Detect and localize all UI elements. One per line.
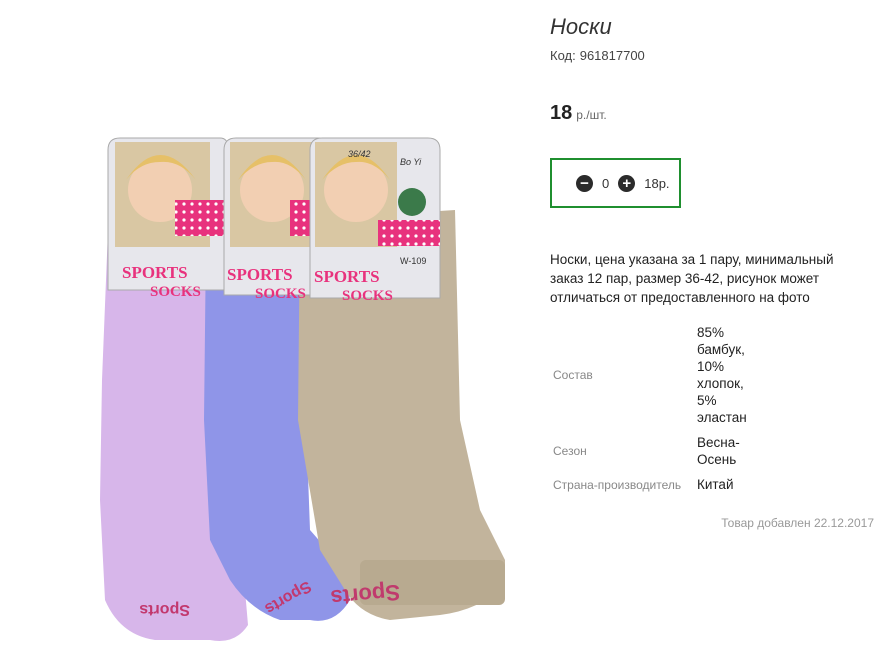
- property-key: Сезон: [553, 444, 587, 458]
- product-code-label: Код:: [550, 48, 576, 63]
- property-row: Страна-производитель Китай: [550, 474, 760, 495]
- product-price: 18 р./шт.: [550, 102, 607, 125]
- price-unit: р./шт.: [576, 108, 607, 122]
- added-date: Товар добавлен 22.12.2017: [721, 516, 874, 530]
- package-size-label: 36/42: [348, 149, 371, 159]
- quantity-sum: 18р.: [644, 175, 670, 191]
- property-row: Сезон Весна-Осень: [550, 428, 760, 474]
- package-card-1: SPORTS SOCKS: [107, 137, 229, 300]
- svg-text:SPORTS: SPORTS: [122, 263, 188, 282]
- product-photo[interactable]: Sports Sports Sports SPORTS SOCKS SPORTS…: [60, 120, 530, 650]
- property-key: Состав: [553, 368, 593, 382]
- package-card-3: 36/42 Bo Yi W-109 SPORTS SOCKS: [309, 137, 441, 304]
- property-value: Китай: [697, 477, 734, 492]
- properties-table: Состав 85% бамбук, 10% хлопок, 5% эласта…: [550, 322, 760, 495]
- svg-text:SOCKS: SOCKS: [255, 286, 306, 302]
- package-model-label: W-109: [400, 256, 426, 266]
- package-brand-label: Bo Yi: [400, 157, 422, 167]
- quantity-value: 0: [602, 175, 610, 191]
- product-code: Код: 961817700: [550, 48, 645, 63]
- package-line1: SPORTS: [314, 267, 380, 286]
- property-value: Весна-Осень: [697, 435, 740, 467]
- package-line2: SOCKS: [342, 288, 393, 304]
- product-title: Носки: [550, 14, 612, 39]
- product-description: Носки, цена указана за 1 пару, минимальн…: [550, 252, 834, 305]
- svg-text:SOCKS: SOCKS: [150, 284, 201, 300]
- lilac-sock-print: Sports: [139, 601, 190, 618]
- quantity-stepper: − 0 + 18р.: [550, 158, 681, 208]
- product-code-value: 961817700: [579, 48, 645, 63]
- property-row: Состав 85% бамбук, 10% хлопок, 5% эласта…: [550, 322, 760, 428]
- svg-text:SPORTS: SPORTS: [227, 265, 293, 284]
- minus-circle-icon[interactable]: −: [576, 174, 593, 192]
- property-key: Страна-производитель: [553, 477, 682, 492]
- price-value: 18: [550, 102, 573, 124]
- property-value: 85% бамбук, 10% хлопок, 5% эластан: [697, 325, 747, 425]
- product-info: Носки Код: 961817700 18 р./шт. − 0 + 18р. …: [550, 0, 884, 660]
- plus-circle-icon[interactable]: +: [618, 174, 636, 192]
